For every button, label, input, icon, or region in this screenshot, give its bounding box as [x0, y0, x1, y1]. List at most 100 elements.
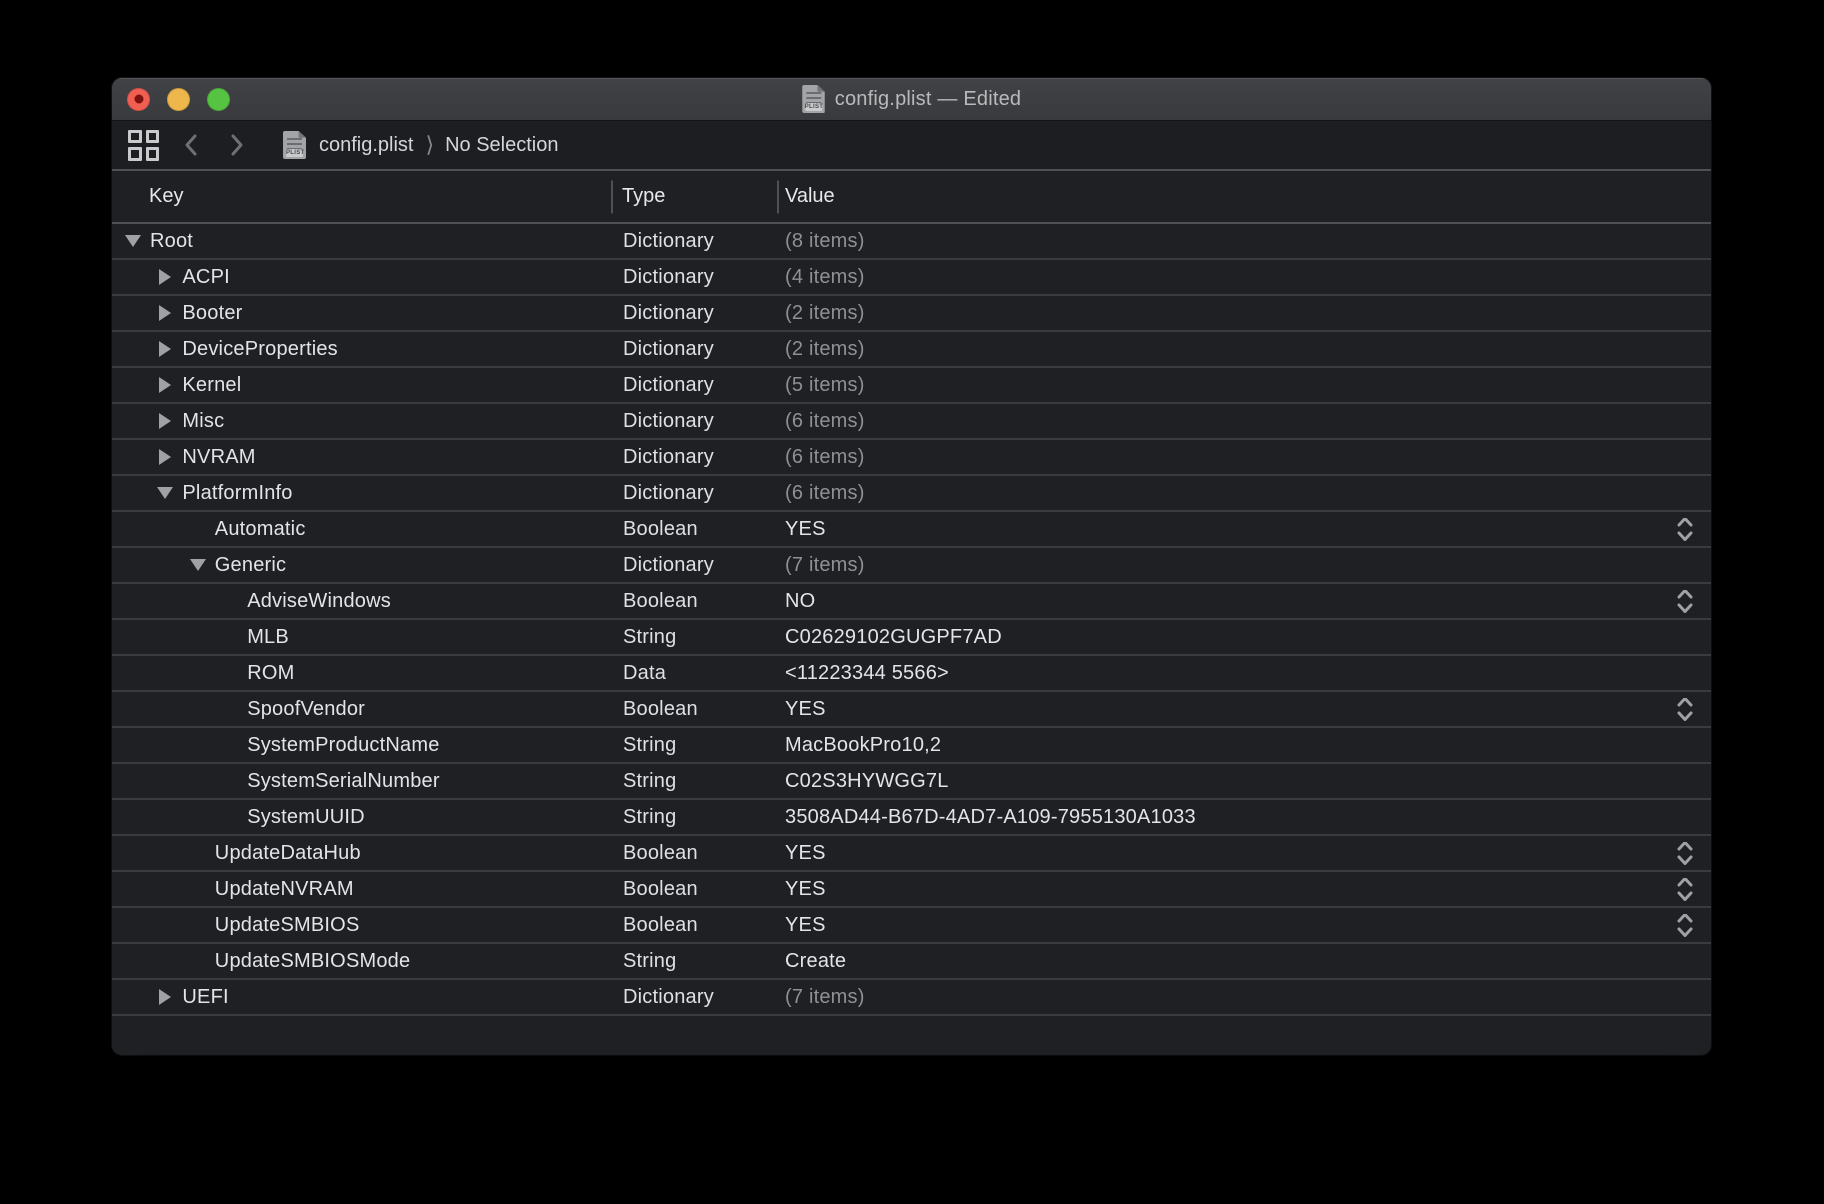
disclosure-triangle-icon[interactable]: [156, 413, 182, 429]
row-value[interactable]: <11223344 5566>: [785, 662, 949, 684]
value-stepper[interactable]: [1677, 517, 1693, 541]
table-row[interactable]: UpdateSMBIOSMode String Create: [112, 944, 1711, 980]
column-header-key[interactable]: Key: [112, 171, 611, 222]
row-value[interactable]: YES: [785, 842, 826, 864]
minimize-button[interactable]: [167, 87, 190, 111]
row-type[interactable]: Data: [611, 662, 777, 685]
disclosure-triangle-icon[interactable]: [156, 487, 182, 499]
row-type[interactable]: String: [611, 626, 777, 649]
row-type[interactable]: Boolean: [611, 878, 777, 901]
row-type[interactable]: Dictionary: [611, 338, 777, 361]
row-key[interactable]: ROM: [247, 662, 294, 685]
row-type[interactable]: Dictionary: [611, 302, 777, 325]
table-row[interactable]: UEFI Dictionary (7 items): [112, 980, 1711, 1016]
row-value[interactable]: (4 items): [785, 266, 865, 288]
zoom-button[interactable]: [207, 87, 230, 111]
forward-button[interactable]: [227, 130, 247, 160]
row-value[interactable]: (5 items): [785, 374, 865, 396]
table-row[interactable]: UpdateDataHub Boolean YES: [112, 836, 1711, 872]
row-value[interactable]: Create: [785, 950, 846, 972]
row-type[interactable]: Dictionary: [611, 410, 777, 433]
row-type[interactable]: Dictionary: [611, 482, 777, 505]
disclosure-triangle-icon[interactable]: [156, 341, 182, 357]
row-type[interactable]: Boolean: [611, 590, 777, 613]
row-type[interactable]: Dictionary: [611, 554, 777, 577]
row-value[interactable]: (6 items): [785, 446, 865, 468]
table-row[interactable]: Automatic Boolean YES: [112, 512, 1711, 548]
value-stepper[interactable]: [1677, 697, 1693, 721]
value-stepper[interactable]: [1677, 589, 1693, 613]
row-value[interactable]: MacBookPro10,2: [785, 734, 941, 756]
row-type[interactable]: String: [611, 806, 777, 829]
row-key[interactable]: DeviceProperties: [182, 338, 338, 361]
row-key[interactable]: NVRAM: [182, 446, 255, 469]
row-key[interactable]: Generic: [215, 554, 286, 577]
row-type[interactable]: Dictionary: [611, 986, 777, 1009]
row-value[interactable]: (8 items): [785, 230, 865, 252]
table-row[interactable]: UpdateSMBIOS Boolean YES: [112, 908, 1711, 944]
row-value[interactable]: NO: [785, 590, 815, 612]
row-key[interactable]: SystemUUID: [247, 806, 365, 829]
column-header-value[interactable]: Value: [777, 171, 1711, 222]
row-key[interactable]: SystemSerialNumber: [247, 770, 440, 793]
row-key[interactable]: UpdateNVRAM: [215, 878, 354, 901]
row-type[interactable]: Boolean: [611, 698, 777, 721]
row-key[interactable]: SpoofVendor: [247, 698, 365, 721]
row-value[interactable]: C02629102GUGPF7AD: [785, 626, 1002, 648]
row-type[interactable]: Dictionary: [611, 446, 777, 469]
row-value[interactable]: YES: [785, 518, 826, 540]
disclosure-triangle-icon[interactable]: [156, 269, 182, 285]
table-row[interactable]: Kernel Dictionary (5 items): [112, 368, 1711, 404]
row-type[interactable]: String: [611, 950, 777, 973]
row-value[interactable]: (6 items): [785, 410, 865, 432]
table-row[interactable]: Generic Dictionary (7 items): [112, 548, 1711, 584]
disclosure-triangle-icon[interactable]: [156, 377, 182, 393]
row-key[interactable]: Root: [150, 230, 193, 253]
table-row[interactable]: DeviceProperties Dictionary (2 items): [112, 332, 1711, 368]
row-key[interactable]: UEFI: [182, 986, 228, 1009]
table-row[interactable]: SystemSerialNumber String C02S3HYWGG7L: [112, 764, 1711, 800]
breadcrumb-selection[interactable]: No Selection: [445, 134, 558, 157]
related-items-icon[interactable]: [128, 129, 159, 161]
row-value[interactable]: (7 items): [785, 986, 865, 1008]
row-key[interactable]: Kernel: [182, 374, 241, 397]
row-key[interactable]: MLB: [247, 626, 289, 649]
row-value[interactable]: C02S3HYWGG7L: [785, 770, 949, 792]
row-key[interactable]: AdviseWindows: [247, 590, 391, 613]
row-key[interactable]: Misc: [182, 410, 224, 433]
table-row[interactable]: MLB String C02629102GUGPF7AD: [112, 620, 1711, 656]
row-type[interactable]: Boolean: [611, 842, 777, 865]
table-row[interactable]: Booter Dictionary (2 items): [112, 296, 1711, 332]
table-row[interactable]: NVRAM Dictionary (6 items): [112, 440, 1711, 476]
disclosure-triangle-icon[interactable]: [156, 305, 182, 321]
row-value[interactable]: (2 items): [785, 302, 865, 324]
table-row[interactable]: ACPI Dictionary (4 items): [112, 260, 1711, 296]
close-button[interactable]: [127, 87, 150, 111]
row-value[interactable]: (7 items): [785, 554, 865, 576]
row-type[interactable]: String: [611, 734, 777, 757]
row-value[interactable]: (2 items): [785, 338, 865, 360]
disclosure-triangle-icon[interactable]: [124, 235, 150, 247]
row-type[interactable]: Dictionary: [611, 230, 777, 253]
table-row[interactable]: Root Dictionary (8 items): [112, 224, 1711, 260]
disclosure-triangle-icon[interactable]: [156, 449, 182, 465]
table-row[interactable]: SystemProductName String MacBookPro10,2: [112, 728, 1711, 764]
table-row[interactable]: PlatformInfo Dictionary (6 items): [112, 476, 1711, 512]
row-key[interactable]: UpdateDataHub: [215, 842, 361, 865]
table-row[interactable]: AdviseWindows Boolean NO: [112, 584, 1711, 620]
table-row[interactable]: ROM Data <11223344 5566>: [112, 656, 1711, 692]
plist-proxy-icon[interactable]: PLIST: [801, 85, 825, 113]
row-key[interactable]: PlatformInfo: [182, 482, 292, 505]
row-key[interactable]: SystemProductName: [247, 734, 439, 757]
back-button[interactable]: [181, 130, 201, 160]
row-type[interactable]: String: [611, 770, 777, 793]
value-stepper[interactable]: [1677, 913, 1693, 937]
row-key[interactable]: ACPI: [182, 266, 229, 289]
row-key[interactable]: Automatic: [215, 518, 306, 541]
disclosure-triangle-icon[interactable]: [156, 989, 182, 1005]
breadcrumb-file[interactable]: config.plist: [319, 134, 414, 157]
table-row[interactable]: Misc Dictionary (6 items): [112, 404, 1711, 440]
table-row[interactable]: UpdateNVRAM Boolean YES: [112, 872, 1711, 908]
row-key[interactable]: Booter: [182, 302, 242, 325]
disclosure-triangle-icon[interactable]: [189, 559, 215, 571]
